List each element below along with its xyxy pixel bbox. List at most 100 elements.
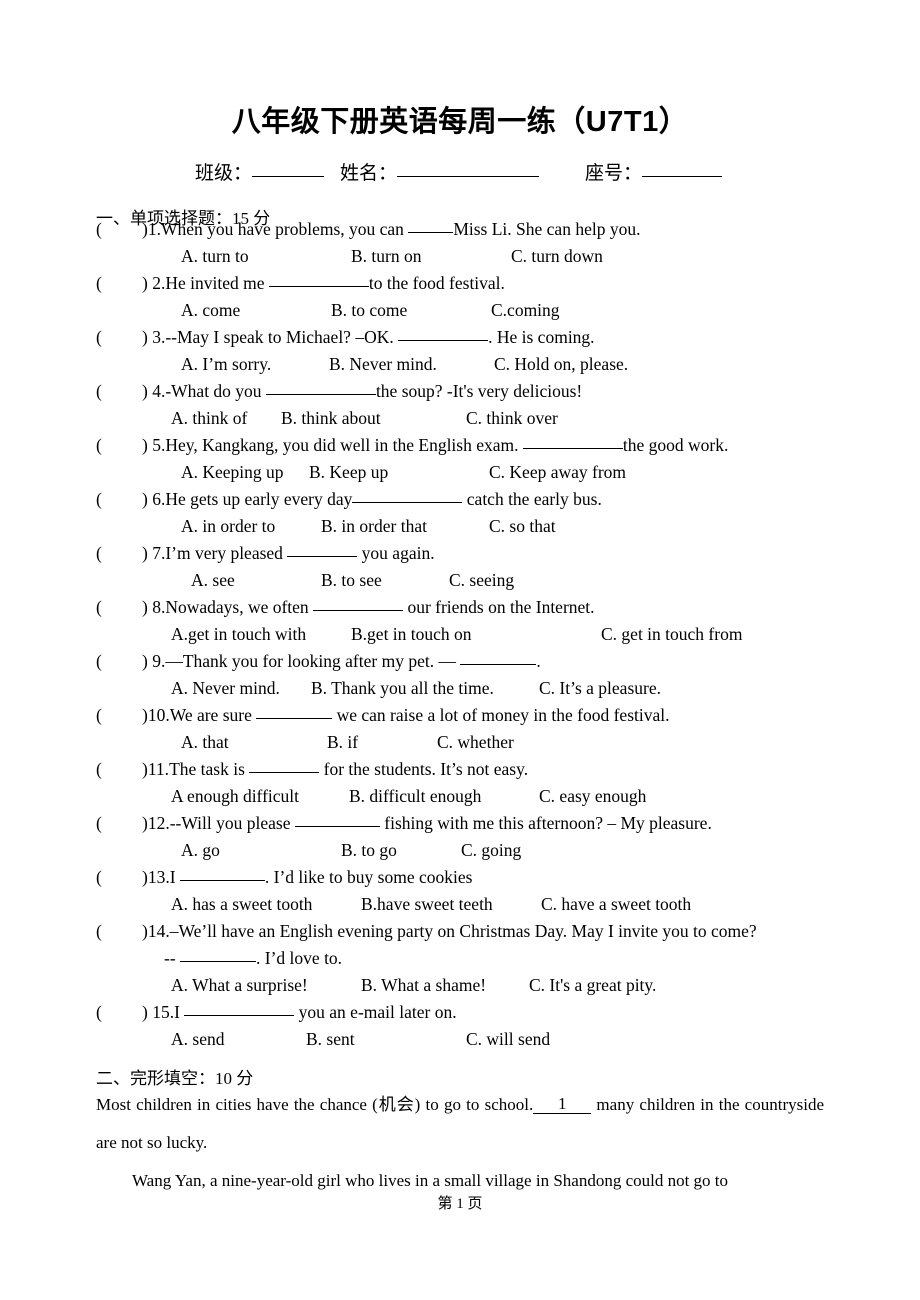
- option-a[interactable]: A. come: [181, 297, 331, 324]
- answer-blank[interactable]: [249, 772, 320, 773]
- answer-blank[interactable]: [522, 448, 623, 449]
- option-b[interactable]: B. in order that: [321, 513, 489, 540]
- answer-blank[interactable]: [179, 880, 265, 881]
- option-c[interactable]: C. will send: [466, 1026, 550, 1053]
- answer-paren-open[interactable]: (: [96, 999, 142, 1026]
- question-stem-tail: we can raise a lot of money in the food …: [332, 705, 670, 725]
- option-b[interactable]: B. think about: [281, 405, 466, 432]
- option-b[interactable]: B. to see: [321, 567, 449, 594]
- option-c[interactable]: C. going: [461, 837, 521, 864]
- option-b[interactable]: B.have sweet teeth: [361, 891, 541, 918]
- name-label: 姓名：: [340, 163, 398, 184]
- answer-paren-open[interactable]: (: [96, 648, 142, 675]
- option-c[interactable]: C. It's a great pity.: [529, 972, 656, 999]
- option-a[interactable]: A. that: [181, 729, 327, 756]
- question-stem-tail: .: [536, 651, 541, 671]
- option-c[interactable]: C. think over: [466, 405, 558, 432]
- option-a[interactable]: A. send: [171, 1026, 306, 1053]
- answer-paren-open[interactable]: (: [96, 918, 142, 945]
- question-stem-tail: fishing with me this afternoon? – My ple…: [379, 813, 712, 833]
- question-item: ()10.We are sure we can raise a lot of m…: [96, 702, 886, 729]
- option-a[interactable]: A. What a surprise!: [171, 972, 361, 999]
- option-c[interactable]: C. Hold on, please.: [494, 351, 628, 378]
- answer-blank[interactable]: [180, 961, 257, 962]
- answer-paren-open[interactable]: (: [96, 324, 142, 351]
- option-a[interactable]: A.get in touch with: [171, 621, 351, 648]
- cloze-passage: Most children in cities have the chance …: [96, 1086, 824, 1200]
- answer-blank[interactable]: [287, 556, 358, 557]
- answer-paren-open[interactable]: (: [96, 270, 142, 297]
- option-a[interactable]: A. Keeping up: [181, 459, 309, 486]
- answer-blank[interactable]: [268, 286, 369, 287]
- answer-paren-open[interactable]: (: [96, 594, 142, 621]
- option-b[interactable]: B. sent: [306, 1026, 466, 1053]
- cloze-paragraph-1: Most children in cities have the chance …: [96, 1086, 824, 1162]
- continuation-lead: --: [164, 948, 181, 968]
- answer-blank[interactable]: [352, 502, 463, 503]
- option-b[interactable]: B. to come: [331, 297, 491, 324]
- answer-paren-open[interactable]: (: [96, 540, 142, 567]
- answer-paren-open[interactable]: (: [96, 864, 142, 891]
- option-row: A. see B. to see C. seeing: [96, 567, 886, 594]
- option-c[interactable]: C. whether: [437, 729, 514, 756]
- option-row: A. think of B. think about C. think over: [96, 405, 886, 432]
- seat-input-blank[interactable]: [642, 176, 723, 177]
- answer-paren-open[interactable]: (: [96, 702, 142, 729]
- answer-blank[interactable]: [265, 394, 376, 395]
- option-a[interactable]: A. in order to: [181, 513, 321, 540]
- option-c[interactable]: C. easy enough: [539, 783, 646, 810]
- option-c[interactable]: C. seeing: [449, 567, 514, 594]
- question-item: () 15.I you an e-mail later on.: [96, 999, 886, 1026]
- answer-blank[interactable]: [294, 826, 380, 827]
- question-stem: -What do you: [165, 381, 266, 401]
- option-c[interactable]: C. Keep away from: [489, 459, 626, 486]
- option-b[interactable]: B. turn on: [351, 243, 511, 270]
- cloze-blank-1[interactable]: 1: [533, 1095, 592, 1114]
- answer-paren-open[interactable]: (: [96, 756, 142, 783]
- option-a[interactable]: A. I’m sorry.: [181, 351, 329, 378]
- question-stem: When you have problems, you can: [160, 219, 409, 239]
- option-b[interactable]: B. Never mind.: [329, 351, 494, 378]
- answer-paren-open[interactable]: (: [96, 486, 142, 513]
- cloze-text-a: Most children in cities have the chance …: [96, 1095, 534, 1114]
- answer-blank[interactable]: [408, 232, 454, 233]
- option-row: A. come B. to come C.coming: [96, 297, 886, 324]
- option-a[interactable]: A. go: [181, 837, 341, 864]
- option-b[interactable]: B. difficult enough: [349, 783, 539, 810]
- option-c[interactable]: C. have a sweet tooth: [541, 891, 691, 918]
- name-input-blank[interactable]: [397, 176, 540, 177]
- question-item: () 4.-What do you the soup? -It's very d…: [96, 378, 886, 405]
- answer-blank[interactable]: [184, 1015, 295, 1016]
- option-c[interactable]: C. so that: [489, 513, 556, 540]
- option-a[interactable]: A. turn to: [181, 243, 351, 270]
- answer-blank[interactable]: [256, 718, 333, 719]
- question-stem: I: [174, 1002, 185, 1022]
- answer-paren-open[interactable]: (: [96, 432, 142, 459]
- question-item: () 9.—Thank you for looking after my pet…: [96, 648, 886, 675]
- option-a[interactable]: A. Never mind.: [171, 675, 311, 702]
- option-a[interactable]: A. has a sweet tooth: [171, 891, 361, 918]
- option-c[interactable]: C. turn down: [511, 243, 603, 270]
- answer-paren-open[interactable]: (: [96, 378, 142, 405]
- option-c[interactable]: C. It’s a pleasure.: [539, 675, 661, 702]
- answer-paren-open[interactable]: (: [96, 810, 142, 837]
- option-c[interactable]: C.coming: [491, 297, 560, 324]
- option-b[interactable]: B.get in touch on: [351, 621, 601, 648]
- question-stem: —Thank you for looking after my pet. —: [165, 651, 461, 671]
- option-a[interactable]: A. see: [191, 567, 321, 594]
- option-b[interactable]: B. What a shame!: [361, 972, 529, 999]
- option-a[interactable]: A enough difficult: [171, 783, 349, 810]
- question-stem-tail: the good work.: [622, 435, 729, 455]
- option-b[interactable]: B. Thank you all the time.: [311, 675, 539, 702]
- answer-paren-open[interactable]: (: [96, 216, 142, 243]
- question-item: () 5.Hey, Kangkang, you did well in the …: [96, 432, 886, 459]
- answer-blank[interactable]: [398, 340, 489, 341]
- answer-blank[interactable]: [460, 664, 537, 665]
- option-b[interactable]: B. to go: [341, 837, 461, 864]
- option-c[interactable]: C. get in touch from: [601, 621, 742, 648]
- class-input-blank[interactable]: [252, 176, 325, 177]
- option-b[interactable]: B. Keep up: [309, 459, 489, 486]
- answer-blank[interactable]: [313, 610, 404, 611]
- option-b[interactable]: B. if: [327, 729, 437, 756]
- option-a[interactable]: A. think of: [171, 405, 281, 432]
